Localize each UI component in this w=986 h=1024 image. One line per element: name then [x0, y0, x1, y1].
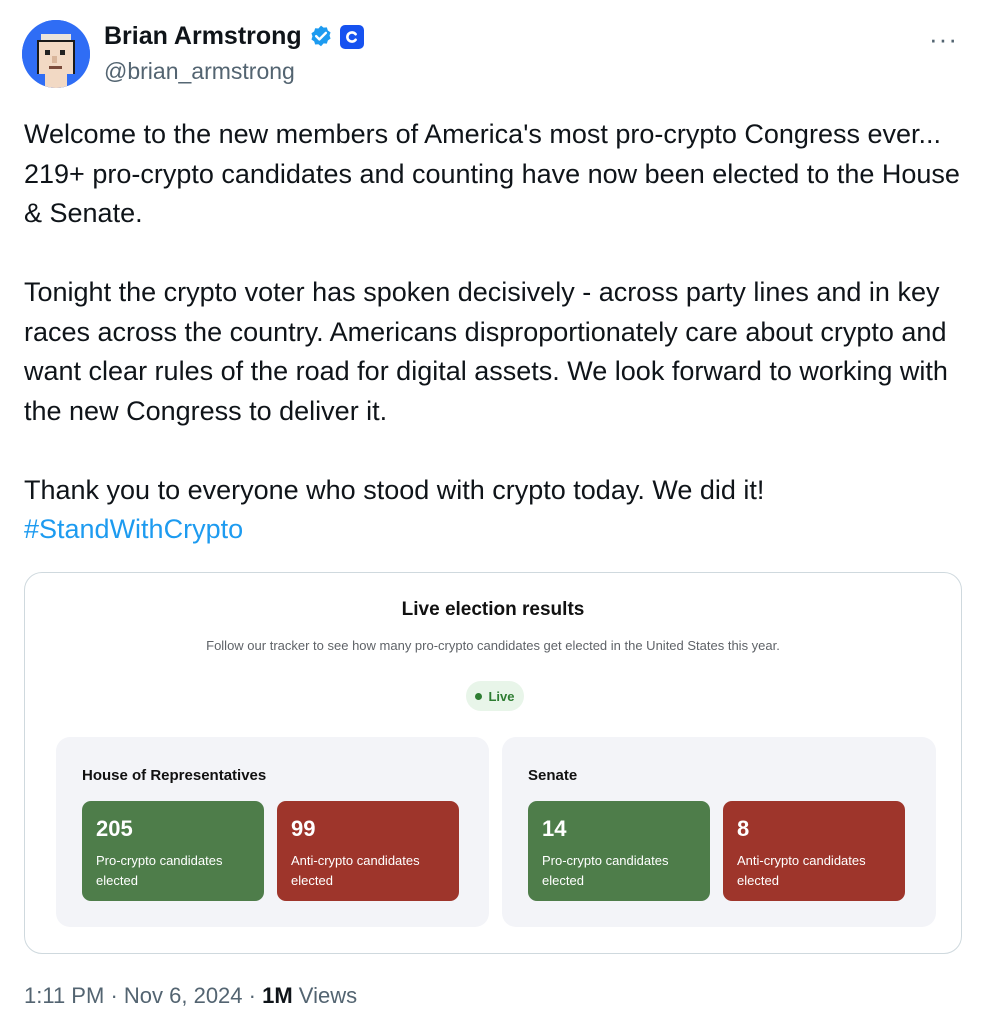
tweet-paragraph: Thank you to everyone who stood with cry… — [24, 474, 765, 505]
author-handle[interactable]: @brian_armstrong — [104, 58, 295, 85]
coinbase-logo-icon[interactable] — [339, 24, 364, 49]
tweet-paragraph: Welcome to the new members of America's … — [24, 119, 960, 228]
senate-panel: Senate 14 Pro-crypto candidates elected … — [502, 737, 936, 927]
card-subtitle: Follow our tracker to see how many pro-c… — [206, 638, 780, 653]
meta-separator: · — [248, 983, 256, 1008]
house-pro-stat: 205 Pro-crypto candidates elected — [82, 801, 264, 901]
live-dot-icon — [475, 692, 483, 700]
tweet-date[interactable]: Nov 6, 2024 — [124, 983, 243, 1008]
tweet-paragraph: Tonight the crypto voter has spoken deci… — [24, 277, 948, 426]
senate-pro-label: Pro-crypto candidates elected — [542, 853, 669, 888]
card-title: Live election results — [401, 599, 585, 620]
senate-pro-stat: 14 Pro-crypto candidates elected — [528, 801, 710, 901]
views-label: Views — [298, 983, 358, 1008]
avatar[interactable] — [22, 20, 90, 88]
author-name[interactable]: Brian Armstrong — [104, 22, 302, 51]
house-anti-label: Anti-crypto candidates elected — [291, 853, 420, 888]
house-pro-value: 205 — [96, 816, 133, 841]
tweet-text: Welcome to the new members of America's … — [24, 115, 969, 550]
senate-pro-value: 14 — [542, 816, 567, 841]
house-pro-label: Pro-crypto candidates elected — [96, 853, 223, 888]
live-badge: Live — [466, 681, 524, 711]
more-options-icon[interactable]: ··· — [929, 24, 958, 55]
senate-anti-label: Anti-crypto candidates elected — [737, 853, 866, 888]
meta-separator: · — [110, 983, 118, 1008]
senate-anti-stat: 8 Anti-crypto candidates elected — [723, 801, 905, 901]
senate-anti-value: 8 — [737, 816, 750, 841]
tweet-time[interactable]: 1:11 PM — [24, 983, 104, 1008]
tweet: Brian Armstrong @brian_armstrong ··· Wel… — [0, 0, 986, 1024]
hashtag-link[interactable]: #StandWithCrypto — [24, 514, 243, 544]
house-anti-stat: 99 Anti-crypto candidates elected — [277, 801, 459, 901]
tweet-meta: 1:11 PM · Nov 6, 2024 · 1M Views — [24, 983, 357, 1009]
senate-title: Senate — [528, 767, 578, 784]
pixel-face-icon — [22, 20, 90, 88]
house-title: House of Representatives — [82, 767, 267, 784]
author-name-row: Brian Armstrong — [104, 22, 364, 51]
house-panel: House of Representatives 205 Pro-crypto … — [56, 737, 489, 927]
views-count: 1M — [262, 983, 293, 1008]
verified-badge-icon[interactable] — [308, 24, 334, 50]
embedded-image-card[interactable]: Live election results Follow our tracker… — [24, 572, 962, 954]
live-label: Live — [488, 688, 515, 704]
house-anti-value: 99 — [291, 816, 316, 841]
